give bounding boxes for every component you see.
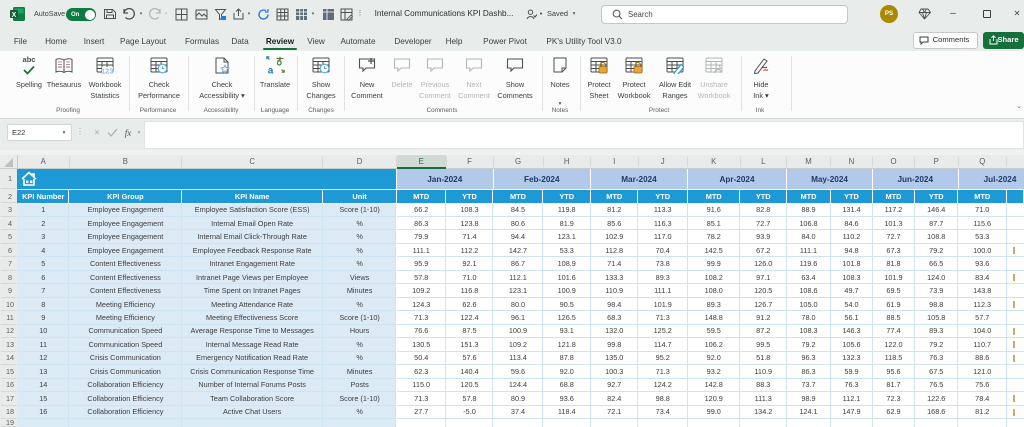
svg-text:X: X <box>12 12 17 19</box>
svg-text:a: a <box>267 66 273 76</box>
svg-text:123: 123 <box>101 67 114 75</box>
